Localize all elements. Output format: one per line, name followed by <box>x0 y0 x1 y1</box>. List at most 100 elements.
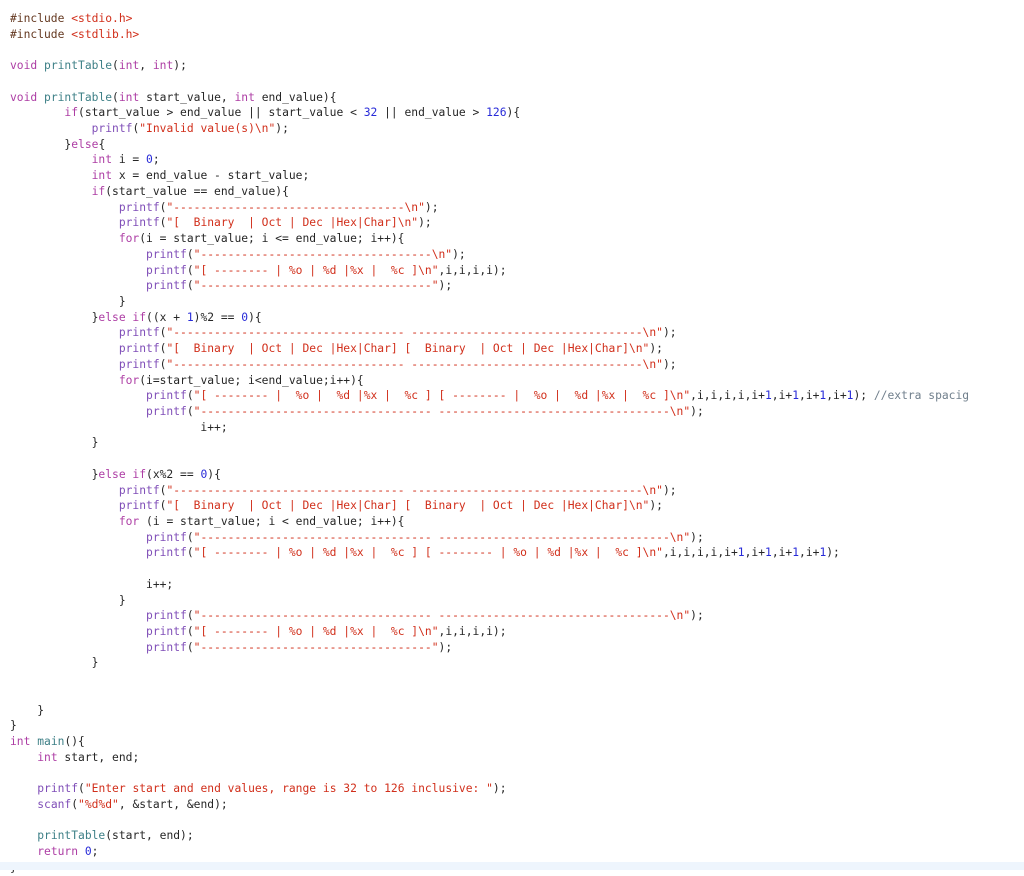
code-line[interactable] <box>10 451 969 467</box>
library-function: printf <box>118 216 160 230</box>
code-line[interactable]: }else if(x%2 == 0){ <box>10 467 969 483</box>
code-line[interactable]: if(start_value == end_value){ <box>10 184 969 200</box>
code-line[interactable]: printf("--------------------------------… <box>10 608 969 624</box>
code-text: ); <box>438 279 453 293</box>
keyword-token: for <box>118 232 140 246</box>
code-line[interactable]: } <box>10 703 969 719</box>
code-text: ); <box>418 216 432 230</box>
number-literal: 1 <box>792 389 800 403</box>
code-line[interactable]: #include <stdio.h> <box>10 11 969 27</box>
code-line[interactable]: scanf("%d%d", &start, &end); <box>10 797 969 813</box>
string-literal: "[ -------- | %o | %d |%x | %c ]\n" <box>193 625 439 639</box>
code-line[interactable]: printf("--------------------------------… <box>10 278 969 294</box>
keyword-token: int <box>118 90 140 104</box>
code-line[interactable]: }else{ <box>10 137 969 153</box>
code-line[interactable]: printf("[ Binary | Oct | Dec |Hex|Char] … <box>10 498 969 514</box>
library-function: printf <box>146 625 187 639</box>
code-line[interactable]: int x = end_value - start_value; <box>10 168 969 184</box>
code-line[interactable]: void printTable(int start_value, int end… <box>10 90 969 106</box>
code-line[interactable]: printf("[ -------- | %o | %d |%x | %c ]\… <box>10 624 969 640</box>
code-text: (x%2 == <box>146 467 201 481</box>
code-line[interactable]: int i = 0; <box>10 152 969 168</box>
code-line[interactable]: } <box>10 718 969 734</box>
code-text: ( <box>186 389 194 403</box>
code-line[interactable]: printf("--------------------------------… <box>10 325 969 341</box>
library-function: printf <box>146 530 187 544</box>
code-line[interactable]: printf("[ Binary | Oct | Dec |Hex|Char]\… <box>10 215 969 231</box>
code-line[interactable]: printf("[ -------- | %o | %d |%x | %c ] … <box>10 545 969 561</box>
code-text: ); <box>662 357 677 371</box>
code-line[interactable]: printf("--------------------------------… <box>10 247 969 263</box>
code-text: } <box>10 467 99 481</box>
code-line[interactable]: printf("--------------------------------… <box>10 357 969 373</box>
code-line[interactable]: printf("[ -------- | %o | %d |%x | %c ] … <box>10 388 969 404</box>
code-text: )%2 == <box>193 310 242 324</box>
code-text: (start, end); <box>105 829 194 843</box>
code-line[interactable]: } <box>10 435 969 451</box>
code-line[interactable]: printTable(start, end); <box>10 828 969 844</box>
library-function: printf <box>146 279 187 293</box>
code-line[interactable] <box>10 687 969 703</box>
code-text: ); <box>690 609 704 623</box>
code-line[interactable]: printf("--------------------------------… <box>10 530 969 546</box>
code-line[interactable]: printf("Enter start and end values, rang… <box>10 781 969 797</box>
keyword-token: void <box>10 90 38 104</box>
code-line[interactable]: }else if((x + 1)%2 == 0){ <box>10 310 969 326</box>
code-line[interactable] <box>10 671 969 687</box>
code-text: ); <box>662 483 677 497</box>
code-line[interactable]: int start, end; <box>10 750 969 766</box>
code-text: ); <box>690 530 704 544</box>
number-literal: 1 <box>792 546 800 560</box>
string-literal: "---------------------------------- ----… <box>193 404 691 418</box>
code-line[interactable]: void printTable(int, int); <box>10 58 969 74</box>
string-literal: "----------------------------------\n" <box>193 247 453 261</box>
code-line[interactable]: printf("--------------------------------… <box>10 483 969 499</box>
string-literal: "[ Binary | Oct | Dec |Hex|Char]\n" <box>166 216 419 230</box>
string-literal: <stdio.h> <box>71 12 133 25</box>
code-text: start_value, <box>139 90 235 104</box>
code-line[interactable]: return 0; <box>10 844 969 860</box>
code-line[interactable]: for (i = start_value; i < end_value; i++… <box>10 514 969 530</box>
code-line[interactable]: printf("--------------------------------… <box>10 200 969 216</box>
code-line[interactable] <box>10 766 969 782</box>
code-line[interactable] <box>10 74 969 90</box>
code-line[interactable]: if(start_value > end_value || start_valu… <box>10 105 969 121</box>
code-line[interactable]: } <box>10 593 969 609</box>
code-line[interactable]: i++; <box>10 420 969 436</box>
code-line[interactable]: } <box>10 655 969 671</box>
string-literal: "----------------------------------\n" <box>166 200 425 214</box>
code-text: ( <box>186 404 194 418</box>
string-literal: "[ -------- | %o | %d |%x | %c ]\n" <box>193 263 439 277</box>
library-function: printf <box>118 499 160 513</box>
code-line[interactable] <box>10 42 969 58</box>
code-line[interactable]: printf("[ -------- | %o | %d |%x | %c ]\… <box>10 263 969 279</box>
source-code[interactable]: #include <stdio.h> #include <stdlib.h> vo… <box>10 11 969 876</box>
code-line[interactable]: i++; <box>10 577 969 593</box>
code-line[interactable] <box>10 813 969 829</box>
code-line[interactable]: } <box>10 294 969 310</box>
number-literal: 126 <box>486 106 507 120</box>
code-line[interactable]: printf("Invalid value(s)\n"); <box>10 121 969 137</box>
code-line[interactable]: printf("--------------------------------… <box>10 640 969 656</box>
code-line[interactable]: #include <stdlib.h> <box>10 27 969 43</box>
number-literal: 0 <box>84 845 92 859</box>
code-editor[interactable]: #include <stdio.h> #include <stdlib.h> vo… <box>0 0 1024 874</box>
code-line[interactable] <box>10 561 969 577</box>
string-literal: "----------------------------------" <box>193 279 439 293</box>
code-line[interactable]: for(i = start_value; i <= end_value; i++… <box>10 231 969 247</box>
code-line[interactable]: int main(){ <box>10 734 969 750</box>
code-text: ; <box>152 153 160 167</box>
keyword-token: int <box>152 59 174 73</box>
code-line[interactable]: printf("[ Binary | Oct | Dec |Hex|Char] … <box>10 341 969 357</box>
code-line[interactable]: for(i=start_value; i<end_value;i++){ <box>10 373 969 389</box>
code-text: ( <box>186 247 194 261</box>
code-line[interactable]: printf("--------------------------------… <box>10 404 969 420</box>
code-text: ( <box>186 609 194 623</box>
